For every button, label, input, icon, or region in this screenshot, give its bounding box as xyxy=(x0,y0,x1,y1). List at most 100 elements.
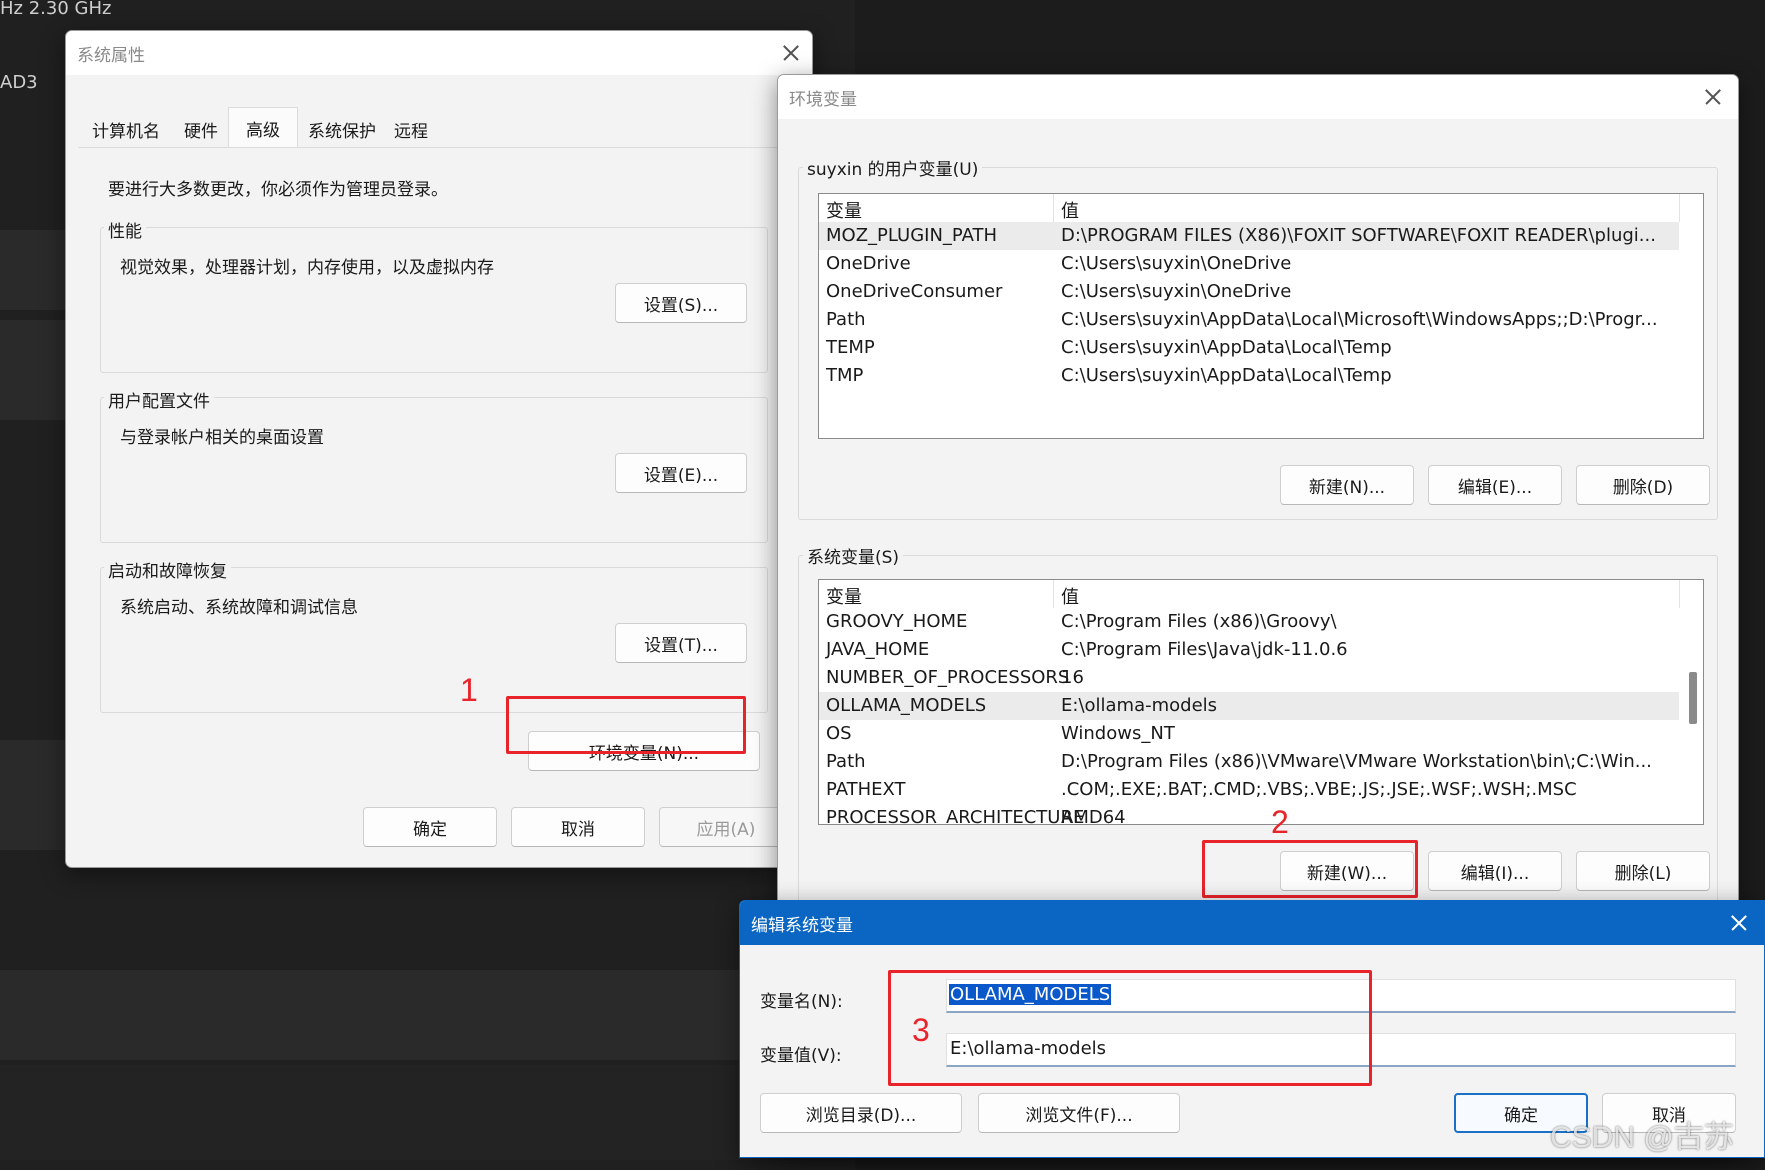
startup-recovery-title: 启动和故障恢复 xyxy=(104,557,231,582)
system-variables-list[interactable]: 变量 值 GROOVY_HOME C:\Program Files (x86)\… xyxy=(818,579,1704,825)
csdn-watermark: CSDN @古苏 xyxy=(1550,1121,1734,1154)
variable-name: MOZ_PLUGIN_PATH xyxy=(826,225,998,246)
system-variables-title: 系统变量(S) xyxy=(803,543,904,568)
table-row[interactable]: PROCESSOR_ARCHITECTURE AMD64 xyxy=(819,804,1679,825)
table-row[interactable]: Path D:\Program Files (x86)\VMware\VMwar… xyxy=(819,748,1679,776)
column-header-value[interactable]: 值 xyxy=(1061,197,1079,223)
ok-button[interactable]: 确定 xyxy=(363,807,497,847)
background-band xyxy=(0,1065,760,1160)
annotation-box-2 xyxy=(1202,840,1418,898)
column-separator xyxy=(1679,580,1680,608)
tab-system-protection[interactable]: 系统保护 xyxy=(298,111,386,147)
performance-settings-button[interactable]: 设置(S)... xyxy=(615,283,747,323)
title-bar: 编辑系统变量 xyxy=(740,901,1764,945)
table-row[interactable]: OneDrive C:\Users\suyxin\OneDrive xyxy=(819,250,1679,278)
annotation-step-1: 1 xyxy=(460,672,478,708)
tab-advanced[interactable]: 高级 xyxy=(228,107,298,149)
variable-value: C:\Users\suyxin\AppData\Local\Temp xyxy=(1061,337,1392,358)
tab-hardware[interactable]: 硬件 xyxy=(166,111,236,147)
variable-value: C:\Program Files (x86)\Groovy\ xyxy=(1061,611,1337,632)
variable-value: E:\ollama-models xyxy=(1061,695,1218,716)
user-variables-title: suyxin 的用户变量(U) xyxy=(803,155,983,180)
column-header-variable[interactable]: 变量 xyxy=(826,583,862,609)
variable-name: OneDrive xyxy=(826,253,911,274)
annotation-box-1 xyxy=(506,696,746,754)
window-title: 系统属性 xyxy=(77,46,145,66)
list-header: 变量 值 xyxy=(819,580,1679,608)
browse-directory-button[interactable]: 浏览目录(D)... xyxy=(760,1093,962,1133)
variable-name: TMP xyxy=(826,365,864,386)
table-row[interactable]: TMP C:\Users\suyxin\AppData\Local\Temp xyxy=(819,362,1679,390)
user-delete-button[interactable]: 删除(D) xyxy=(1576,465,1710,505)
column-header-value[interactable]: 值 xyxy=(1061,583,1079,609)
variable-name: GROOVY_HOME xyxy=(826,611,968,632)
title-bar: 环境变量 xyxy=(778,75,1738,119)
variable-value: D:\Program Files (x86)\VMware\VMware Wor… xyxy=(1061,751,1652,772)
table-row[interactable]: OneDriveConsumer C:\Users\suyxin\OneDriv… xyxy=(819,278,1679,306)
close-icon[interactable] xyxy=(1718,907,1758,939)
variable-name: JAVA_HOME xyxy=(826,639,930,660)
variable-value: C:\Users\suyxin\OneDrive xyxy=(1061,281,1292,302)
table-row[interactable]: MOZ_PLUGIN_PATH D:\PROGRAM FILES (X86)\F… xyxy=(819,222,1679,250)
user-profiles-title: 用户配置文件 xyxy=(104,387,214,412)
variable-name: PATHEXT xyxy=(826,779,906,800)
variable-value: .COM;.EXE;.BAT;.CMD;.VBS;.VBE;.JS;.JSE;.… xyxy=(1061,779,1577,800)
column-separator xyxy=(1053,580,1054,608)
column-separator xyxy=(1679,194,1680,222)
system-edit-button[interactable]: 编辑(I)... xyxy=(1428,851,1562,891)
user-profiles-description: 与登录帐户相关的桌面设置 xyxy=(120,428,324,448)
apply-button[interactable]: 应用(A) xyxy=(659,807,793,847)
tab-computer-name[interactable]: 计算机名 xyxy=(80,111,172,147)
user-variables-list[interactable]: 变量 值 MOZ_PLUGIN_PATH D:\PROGRAM FILES (X… xyxy=(818,193,1704,439)
variable-name: NUMBER_OF_PROCESSORS xyxy=(826,667,1070,688)
variable-value: C:\Users\suyxin\OneDrive xyxy=(1061,253,1292,274)
variable-name: OS xyxy=(826,723,852,744)
cpu-frequency-text: Hz 2.30 GHz xyxy=(0,0,112,19)
user-edit-button[interactable]: 编辑(E)... xyxy=(1428,465,1562,505)
cancel-button[interactable]: 取消 xyxy=(511,807,645,847)
table-row[interactable]: Path C:\Users\suyxin\AppData\Local\Micro… xyxy=(819,306,1679,334)
table-row[interactable]: NUMBER_OF_PROCESSORS 16 xyxy=(819,664,1679,692)
variable-name: OLLAMA_MODELS xyxy=(826,695,987,716)
close-icon[interactable] xyxy=(770,37,810,69)
scrollbar-thumb[interactable] xyxy=(1689,672,1697,724)
system-delete-button[interactable]: 删除(L) xyxy=(1576,851,1710,891)
user-profiles-settings-button[interactable]: 设置(E)... xyxy=(615,453,747,493)
table-row[interactable]: GROOVY_HOME C:\Program Files (x86)\Groov… xyxy=(819,608,1679,636)
variable-name: OneDriveConsumer xyxy=(826,281,1003,302)
window-title: 环境变量 xyxy=(789,90,857,110)
performance-description: 视觉效果，处理器计划，内存使用，以及虚拟内存 xyxy=(120,258,494,278)
table-row[interactable]: TEMP C:\Users\suyxin\AppData\Local\Temp xyxy=(819,334,1679,362)
variable-value: Windows_NT xyxy=(1061,723,1175,744)
close-icon[interactable] xyxy=(1692,81,1732,113)
variable-name: Path xyxy=(826,751,866,772)
tab-remote[interactable]: 远程 xyxy=(380,111,442,147)
background-band xyxy=(0,970,760,1060)
variable-value: C:\Users\suyxin\AppData\Local\Temp xyxy=(1061,365,1392,386)
background-label: AD3 xyxy=(0,72,38,93)
variable-name: TEMP xyxy=(826,337,875,358)
column-separator xyxy=(1053,194,1054,222)
table-row[interactable]: PATHEXT .COM;.EXE;.BAT;.CMD;.VBS;.VBE;.J… xyxy=(819,776,1679,804)
performance-title: 性能 xyxy=(104,217,146,242)
variable-name: PROCESSOR_ARCHITECTURE xyxy=(826,807,1085,825)
annotation-step-2: 2 xyxy=(1271,804,1289,840)
table-row[interactable]: OLLAMA_MODELS E:\ollama-models xyxy=(819,692,1679,720)
variable-value: C:\Users\suyxin\AppData\Local\Microsoft\… xyxy=(1061,309,1658,330)
admin-notice: 要进行大多数更改，你必须作为管理员登录。 xyxy=(108,180,448,200)
title-bar: 系统属性 xyxy=(66,31,812,75)
variable-name: Path xyxy=(826,309,866,330)
column-header-variable[interactable]: 变量 xyxy=(826,197,862,223)
table-row[interactable]: OS Windows_NT xyxy=(819,720,1679,748)
dialog-title: 编辑系统变量 xyxy=(751,916,853,936)
startup-settings-button[interactable]: 设置(T)... xyxy=(615,623,747,663)
annotation-box-3 xyxy=(888,970,1372,1086)
list-header: 变量 值 xyxy=(819,194,1679,222)
user-new-button[interactable]: 新建(N)... xyxy=(1280,465,1414,505)
variable-value: D:\PROGRAM FILES (X86)\FOXIT SOFTWARE\FO… xyxy=(1061,225,1656,246)
variable-value-label: 变量值(V): xyxy=(760,1046,842,1066)
variable-value: C:\Program Files\Java\jdk-11.0.6 xyxy=(1061,639,1348,660)
browse-file-button[interactable]: 浏览文件(F)... xyxy=(978,1093,1180,1133)
table-row[interactable]: JAVA_HOME C:\Program Files\Java\jdk-11.0… xyxy=(819,636,1679,664)
startup-recovery-description: 系统启动、系统故障和调试信息 xyxy=(120,598,358,618)
